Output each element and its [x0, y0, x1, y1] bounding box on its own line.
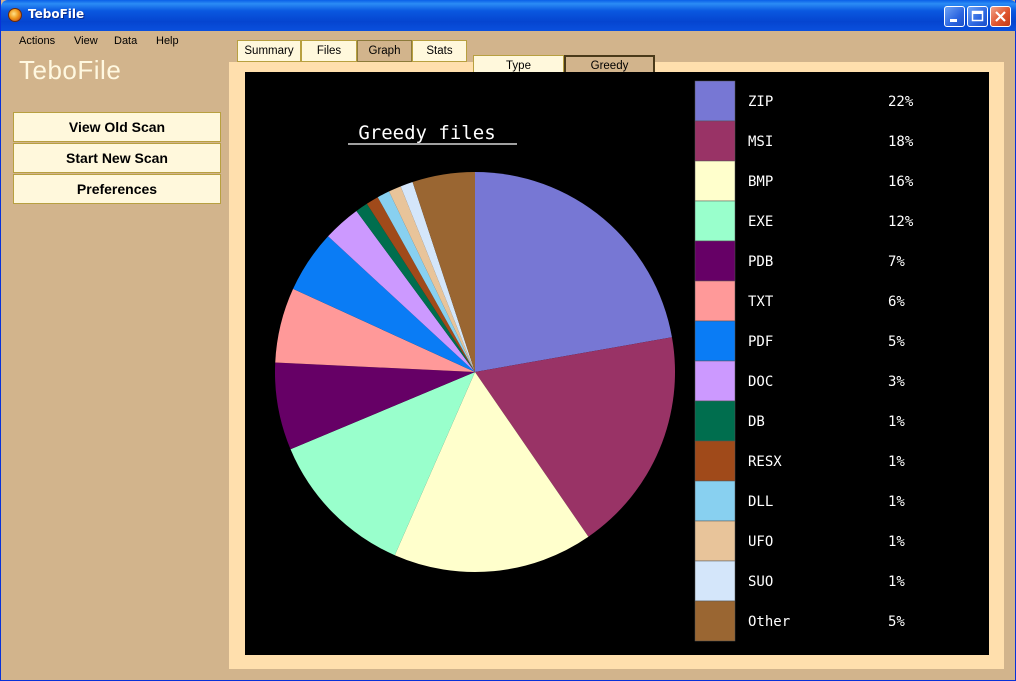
pie-slice-zip: [475, 172, 672, 372]
legend-swatch-bmp: [694, 160, 736, 202]
start-new-scan-button[interactable]: Start New Scan: [13, 143, 221, 173]
legend-percent-zip: 22%: [888, 94, 914, 110]
tab-graph[interactable]: Graph: [357, 40, 412, 62]
legend-percent-pdb: 7%: [888, 254, 905, 270]
close-icon: [995, 11, 1006, 22]
legend-label-txt: TXT: [748, 294, 774, 310]
legend-label-doc: DOC: [748, 374, 773, 390]
pie-slices: [275, 172, 675, 573]
legend-label-dll: DLL: [748, 494, 773, 510]
legend-percent-resx: 1%: [888, 454, 905, 470]
legend-swatch-dll: [694, 480, 736, 522]
legend-percent-db: 1%: [888, 414, 905, 430]
legend-percent-doc: 3%: [888, 374, 905, 390]
legend-percent-suo: 1%: [888, 574, 905, 590]
legend-label-ufo: UFO: [748, 534, 773, 550]
legend-label-db: DB: [748, 414, 765, 430]
legend-percent-dll: 1%: [888, 494, 905, 510]
preferences-button[interactable]: Preferences: [13, 174, 221, 204]
legend-label-suo: SUO: [748, 574, 773, 590]
tab-summary[interactable]: Summary: [237, 40, 301, 62]
legend-label-pdf: PDF: [748, 334, 773, 350]
legend-percent-bmp: 16%: [888, 174, 914, 190]
legend-label-exe: EXE: [748, 214, 773, 230]
legend-swatch-resx: [694, 440, 736, 482]
menu-view[interactable]: View: [74, 35, 98, 47]
legend-swatch-ufo: [694, 520, 736, 562]
legend-percent-other: 5%: [888, 614, 905, 630]
legend-label-zip: ZIP: [748, 94, 773, 110]
tab-stats[interactable]: Stats: [412, 40, 467, 62]
app-window: TeboFile Actions View Data Help TeboFile…: [0, 0, 1016, 681]
legend-percent-ufo: 1%: [888, 534, 905, 550]
chart-canvas: Greedy files ZIP 22% MSI 18% BMP 16% EXE 12% PDB…: [245, 72, 989, 655]
menu-actions[interactable]: Actions: [19, 35, 55, 47]
view-old-scan-button[interactable]: View Old Scan: [13, 112, 221, 142]
menu-data[interactable]: Data: [114, 35, 137, 47]
legend-swatch-pdf: [694, 320, 736, 362]
legend-swatch-pdb: [694, 240, 736, 282]
legend-swatch-zip: [694, 80, 736, 122]
legend-swatch-msi: [694, 120, 736, 162]
legend-label-bmp: BMP: [748, 174, 773, 190]
minimize-button[interactable]: [944, 6, 965, 27]
minimize-icon: [950, 19, 957, 22]
legend-label-resx: RESX: [748, 454, 782, 470]
menu-help[interactable]: Help: [156, 35, 179, 47]
legend-swatch-db: [694, 400, 736, 442]
legend-percent-pdf: 5%: [888, 334, 905, 350]
chart-title: Greedy files: [358, 122, 495, 144]
app-heading: TeboFile: [19, 55, 122, 85]
chart-legend: ZIP 22% MSI 18% BMP 16% EXE 12% PDB 7% TXT 6% PDF 5% D…: [694, 80, 914, 642]
close-button[interactable]: [990, 6, 1011, 27]
legend-label-other: Other: [748, 614, 790, 630]
maximize-icon: [971, 10, 984, 22]
legend-percent-msi: 18%: [888, 134, 914, 150]
title-bar[interactable]: TeboFile: [1, 0, 1016, 31]
legend-percent-txt: 6%: [888, 294, 905, 310]
maximize-button[interactable]: [967, 6, 988, 27]
window-title: TeboFile: [28, 7, 85, 21]
pie-chart: Greedy files ZIP 22% MSI 18% BMP 16% EXE 12% PDB…: [275, 80, 914, 642]
tab-files[interactable]: Files: [301, 40, 357, 62]
legend-percent-exe: 12%: [888, 214, 914, 230]
legend-swatch-doc: [694, 360, 736, 402]
legend-swatch-suo: [694, 560, 736, 602]
legend-label-msi: MSI: [748, 134, 773, 150]
legend-label-pdb: PDB: [748, 254, 773, 270]
app-icon: [8, 8, 22, 22]
legend-swatch-exe: [694, 200, 736, 242]
legend-swatch-txt: [694, 280, 736, 322]
legend-swatch-other: [694, 600, 736, 642]
